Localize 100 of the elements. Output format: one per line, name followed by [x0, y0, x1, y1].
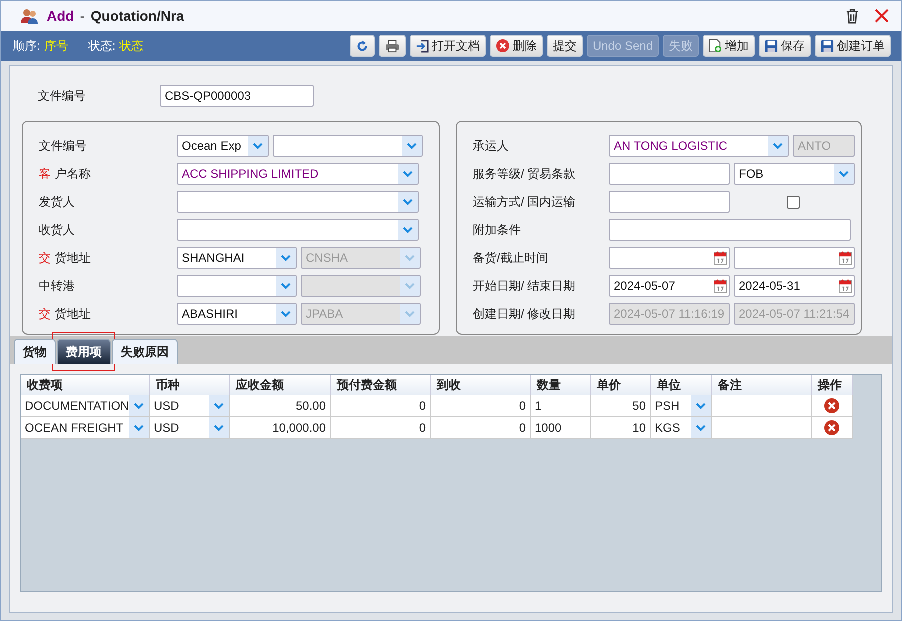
input-field[interactable] — [609, 219, 851, 241]
field-label: 文件编号 — [38, 88, 87, 104]
refresh-icon — [356, 40, 369, 52]
enter-icon — [416, 40, 429, 52]
date-field[interactable] — [734, 247, 855, 269]
dropdown-field[interactable]: ACC SHIPPING LIMITED — [177, 163, 419, 185]
field-label: 发货人 — [39, 194, 76, 210]
dropdown-field[interactable] — [177, 191, 419, 213]
dropdown-field[interactable]: ABASHIRI — [177, 303, 297, 325]
date-field[interactable] — [609, 247, 730, 269]
column-header: 应收金额 — [230, 375, 331, 395]
dropdown-cell[interactable]: DOCUMENTATION — [21, 395, 150, 417]
refresh-button[interactable] — [350, 35, 375, 57]
calendar-icon[interactable] — [839, 251, 852, 265]
column-header: 单位 — [651, 375, 712, 395]
table-cell: 10 — [591, 417, 651, 439]
table-cell: 0 — [331, 417, 431, 439]
print-button[interactable] — [378, 35, 406, 57]
chevron-icon — [253, 143, 263, 149]
chevron-icon — [407, 143, 417, 149]
field-label: 文件编号 — [39, 138, 88, 154]
table-cell: 50 — [591, 395, 651, 417]
close-icon[interactable] — [875, 9, 889, 23]
dropdown-field[interactable] — [177, 219, 419, 241]
column-header: 操作 — [812, 375, 853, 395]
chevron-icon — [696, 424, 706, 430]
document-number-field[interactable]: CBS-QP000003 — [160, 85, 314, 107]
chevron-icon — [403, 227, 413, 233]
add-document-icon — [709, 39, 722, 53]
column-header: 备注 — [712, 375, 812, 395]
chevron-icon — [134, 424, 144, 430]
status-label: 顺序: — [13, 38, 40, 54]
delete-icon[interactable] — [824, 398, 840, 414]
delete-icon[interactable] — [824, 420, 840, 436]
chevron-icon — [696, 402, 706, 408]
table-cell: 10,000.00 — [230, 417, 331, 439]
date-field[interactable]: 2024-05-31 — [734, 275, 855, 297]
window-mode: Add — [47, 8, 74, 24]
field-label: 收货人 — [39, 222, 76, 238]
field-label: 备货/截止时间 — [473, 250, 550, 266]
users-icon — [21, 8, 39, 24]
field-label: 交 货地址 — [39, 306, 92, 322]
date-field[interactable]: 2024-05-07 — [609, 275, 730, 297]
field-label: 创建日期/ 修改日期 — [473, 306, 577, 322]
dropdown-cell[interactable]: KGS — [651, 417, 712, 439]
status-label: 状态: — [88, 38, 116, 54]
title-separator: - — [80, 8, 85, 24]
toolbar-button[interactable]: 创建订单 — [815, 35, 891, 57]
toolbar-button[interactable]: 保存 — [759, 35, 811, 57]
dropdown-cell[interactable]: OCEAN FREIGHT — [21, 417, 150, 439]
column-header: 数量 — [531, 375, 591, 395]
calendar-icon[interactable] — [714, 279, 727, 293]
input-field[interactable] — [609, 191, 730, 213]
field-label: 开始日期/ 结束日期 — [473, 278, 577, 294]
chevron-icon — [214, 424, 224, 430]
save-icon — [821, 40, 834, 52]
field-label: 客 户名称 — [39, 166, 92, 182]
toolbar-button[interactable]: 打开文档 — [410, 35, 486, 57]
calendar-icon[interactable] — [839, 279, 852, 293]
field-label: 运输方式/ 国内运输 — [473, 194, 577, 210]
column-header: 收费项 — [21, 375, 150, 395]
window-title: Quotation/Nra — [90, 8, 184, 24]
chevron-icon — [405, 283, 415, 289]
dropdown-field[interactable]: Ocean Exp — [177, 135, 269, 157]
input-field[interactable] — [609, 163, 730, 185]
chevron-icon — [403, 171, 413, 177]
table-cell: 50.00 — [230, 395, 331, 417]
tab[interactable]: 货物 — [14, 339, 56, 364]
dropdown-cell[interactable]: PSH — [651, 395, 712, 417]
column-header: 预付费金额 — [331, 375, 431, 395]
tab[interactable]: 费用项 — [57, 339, 111, 364]
dropdown-cell[interactable]: USD — [150, 395, 230, 417]
checkbox[interactable] — [787, 196, 800, 208]
dropdown-field[interactable] — [177, 275, 297, 297]
field-label: 承运人 — [473, 138, 510, 154]
column-header: 币种 — [150, 375, 230, 395]
dropdown-field[interactable]: FOB — [734, 163, 855, 185]
chevron-icon — [839, 171, 849, 177]
toolbar-button[interactable]: 提交 — [546, 35, 583, 57]
dropdown-field[interactable]: SHANGHAI — [177, 247, 297, 269]
chevron-icon — [134, 402, 144, 408]
trash-icon[interactable] — [846, 8, 859, 24]
table-cell: 0 — [431, 417, 531, 439]
toolbar-button[interactable]: 删除 — [490, 35, 543, 57]
chevron-icon — [405, 311, 415, 317]
chevron-icon — [281, 311, 291, 317]
chevron-icon — [773, 143, 783, 149]
dropdown-cell[interactable]: USD — [150, 417, 230, 439]
chevron-icon — [403, 199, 413, 205]
tab[interactable]: 失败原因 — [112, 339, 178, 364]
table-cell: 1000 — [531, 417, 591, 439]
calendar-icon[interactable] — [714, 251, 727, 265]
delete-icon — [496, 39, 510, 53]
chevron-icon — [214, 402, 224, 408]
save-icon — [765, 40, 778, 52]
dropdown-field[interactable]: AN TONG LOGISTIC — [609, 135, 789, 157]
dropdown-field[interactable] — [273, 135, 423, 157]
field-label: 交 货地址 — [39, 250, 92, 266]
toolbar-button[interactable]: 增加 — [703, 35, 755, 57]
table-cell: 0 — [331, 395, 431, 417]
